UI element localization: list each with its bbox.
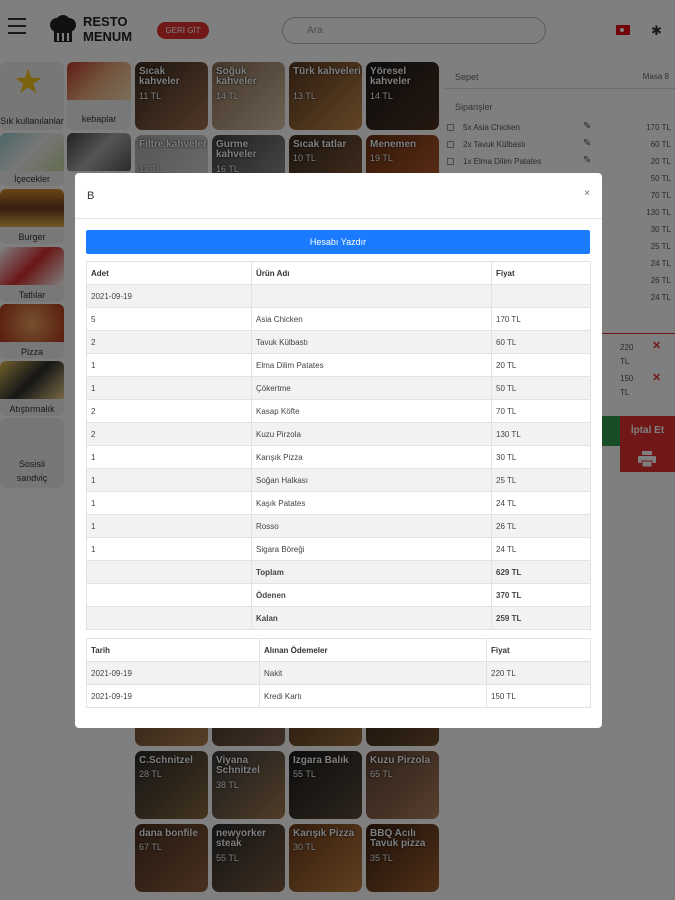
table-row: 2 Kasap Köfte 70 TL — [86, 399, 591, 423]
table-row: 5 Asia Chicken 170 TL — [86, 307, 591, 331]
column-header: Adet — [86, 261, 252, 285]
column-header: Ürün Adı — [251, 261, 492, 285]
table-row: 2 Kuzu Pirzola 130 TL — [86, 422, 591, 446]
column-header: Fiyat — [491, 261, 591, 285]
table-row: 1 Soğan Halkası 25 TL — [86, 468, 591, 492]
date-row: 2021-09-19 — [86, 284, 591, 308]
column-header: Tarih — [86, 638, 260, 662]
bill-modal: B × Hesabı Yazdır Adet Ürün Adı Fiyat 20… — [75, 173, 602, 728]
table-row: 2021-09-19 Kredi Kartı 150 TL — [86, 684, 591, 708]
table-row: 2 Tavuk Külbastı 60 TL — [86, 330, 591, 354]
table-row: 1 Sigara Böreği 24 TL — [86, 537, 591, 561]
bill-table: Adet Ürün Adı Fiyat 2021-09-19 5 Asia Chi… — [86, 261, 591, 630]
table-row: 1 Rosso 26 TL — [86, 514, 591, 538]
print-bill-button[interactable]: Hesabı Yazdır — [86, 230, 590, 254]
modal-title: B — [87, 190, 95, 202]
close-icon[interactable]: × — [584, 188, 590, 199]
column-header: Fiyat — [486, 638, 591, 662]
divider — [75, 218, 602, 219]
paid-row: Ödenen 370 TL — [86, 583, 591, 607]
total-row: Toplam 629 TL — [86, 560, 591, 584]
column-header: Alınan Ödemeler — [259, 638, 487, 662]
table-row: 2021-09-19 Nakit 220 TL — [86, 661, 591, 685]
table-row: 1 Karışık Pizza 30 TL — [86, 445, 591, 469]
payments-table: Tarih Alınan Ödemeler Fiyat 2021-09-19 Na… — [86, 638, 591, 708]
remaining-row: Kalan 259 TL — [86, 606, 591, 630]
table-row: 1 Elma Dilim Patates 20 TL — [86, 353, 591, 377]
table-row: 1 Çökertme 50 TL — [86, 376, 591, 400]
table-row: 1 Kaşık Patates 24 TL — [86, 491, 591, 515]
